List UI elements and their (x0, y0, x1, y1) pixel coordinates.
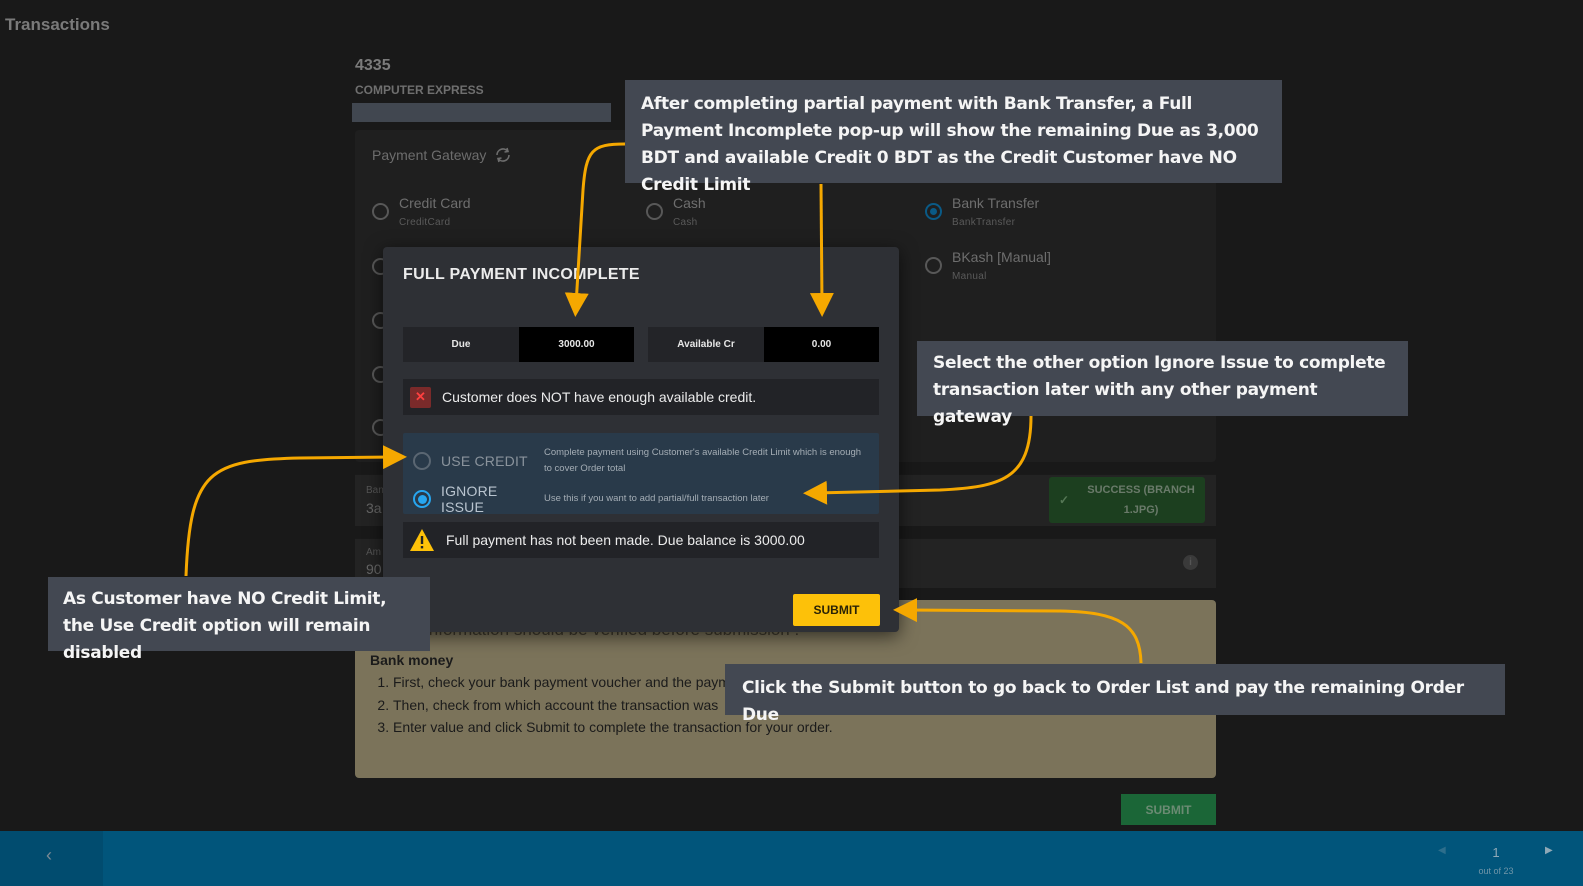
pager-prev-icon[interactable]: ◀ (1438, 845, 1446, 856)
option-label: USE CREDIT (441, 453, 528, 469)
radio-ignore-issue[interactable] (413, 490, 431, 508)
app-title: Transactions (5, 15, 110, 34)
option-description: Use this if you want to add partial/full… (544, 493, 769, 504)
customer-name: COMPUTER EXPRESS (355, 83, 484, 97)
available-credit-value: 0.00 (764, 327, 879, 362)
callout-use-credit-disabled: As Customer have NO Credit Limit, the Us… (48, 577, 430, 663)
gateway-option-label: Bank Transfer (952, 195, 1040, 211)
pager-total: out of 23 (1478, 866, 1514, 876)
order-number: 4335 (355, 57, 391, 74)
instructions-section: Bank money (370, 652, 454, 668)
due-value: 3000.00 (519, 327, 634, 362)
due-stat: Due 3000.00 (403, 327, 634, 362)
success-badge[interactable]: ✓ SUCCESS (BRANCH 1.JPG) (1049, 477, 1205, 523)
option-description: Complete payment using Customer's availa… (544, 447, 862, 474)
info-icon[interactable]: i (1183, 555, 1198, 570)
option-label: IGNORE ISSUE (441, 483, 498, 515)
success-badge-text: SUCCESS (BRANCH 1.JPG) (1087, 484, 1195, 516)
callout-submit: Click the Submit button to go back to Or… (725, 664, 1505, 725)
gateway-option-label: Credit Card (399, 195, 471, 211)
radio-credit-card[interactable] (372, 203, 389, 220)
error-alert: ✕ Customer does NOT have enough availabl… (403, 379, 879, 415)
error-x-icon: ✕ (410, 386, 431, 408)
amount-field-value: 90 (366, 561, 382, 577)
error-text: Customer does NOT have enough available … (442, 389, 757, 405)
option-ignore-issue[interactable]: IGNORE ISSUE Use this if you want to add… (413, 483, 864, 515)
radio-bank-transfer[interactable] (925, 203, 942, 220)
radio-use-credit[interactable] (413, 452, 431, 470)
amount-field-label: Am (366, 547, 381, 558)
bank-field-value: 3a (366, 500, 382, 516)
gateway-option-cash[interactable]: Cash Cash (646, 194, 706, 228)
radio-cash[interactable] (646, 203, 663, 220)
payment-gateway-title: Payment Gateway (372, 147, 512, 163)
gateway-option-sub: Cash (673, 217, 698, 228)
gateway-option-sub: Manual (952, 271, 987, 282)
gateway-option-label: BKash [Manual] (952, 249, 1051, 265)
gateway-option-sub: BankTransfer (952, 217, 1016, 228)
pager-next-icon[interactable]: ▶ (1545, 845, 1553, 856)
warning-icon (410, 529, 434, 551)
payment-gateway-label: Payment Gateway (372, 147, 487, 163)
resolution-options: USE CREDIT Complete payment using Custom… (403, 433, 879, 515)
radio-bkash[interactable] (925, 257, 942, 274)
warning-alert: Full payment has not been made. Due bala… (403, 522, 879, 558)
page: Transactions 4335 COMPUTER EXPRESS Payme… (0, 0, 1583, 886)
available-credit-stat: Available Cr 0.00 (648, 327, 879, 362)
refresh-icon[interactable] (494, 147, 512, 163)
full-payment-incomplete-modal: FULL PAYMENT INCOMPLETE Due 3000.00 Avai… (383, 247, 899, 632)
gateway-option-sub: CreditCard (399, 217, 451, 228)
progress-bar (352, 103, 611, 122)
gateway-option-credit-card[interactable]: Credit Card CreditCard (372, 194, 471, 228)
option-use-credit[interactable]: USE CREDIT Complete payment using Custom… (413, 445, 864, 477)
bottom-nav-bar: ‹ (0, 831, 1583, 886)
bank-field-label: Ban (366, 485, 384, 496)
modal-submit-button[interactable]: SUBMIT (793, 594, 880, 626)
modal-title: FULL PAYMENT INCOMPLETE (403, 266, 640, 283)
check-icon: ✓ (1059, 493, 1070, 507)
warning-text: Full payment has not been made. Due bala… (446, 532, 805, 548)
due-label: Due (403, 327, 519, 362)
available-credit-label: Available Cr (648, 327, 764, 362)
gateway-option-bank-transfer[interactable]: Bank Transfer BankTransfer (925, 194, 1039, 228)
main-submit-button[interactable]: SUBMIT (1121, 794, 1216, 825)
gateway-option-bkash[interactable]: BKash [Manual] Manual (925, 248, 1051, 282)
chevron-left-icon[interactable]: ‹ (46, 845, 52, 866)
callout-ignore-issue: Select the other option Ignore Issue to … (917, 341, 1408, 427)
pager-page-number: 1 (1492, 845, 1500, 860)
callout-due-credit: After completing partial payment with Ba… (625, 80, 1282, 195)
